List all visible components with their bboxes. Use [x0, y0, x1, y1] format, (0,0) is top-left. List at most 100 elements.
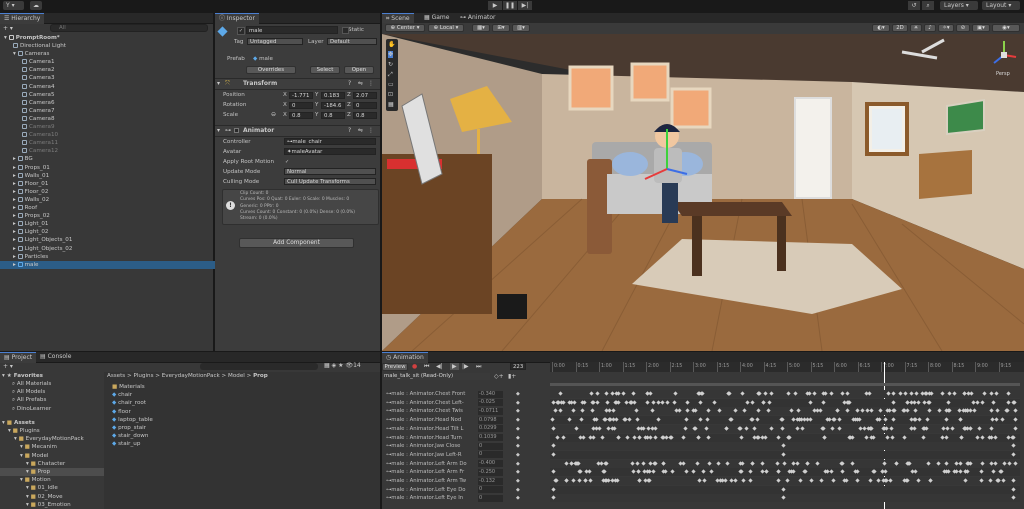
- keyframe-marker[interactable]: [854, 408, 860, 414]
- grid-snap-button[interactable]: ▦▾: [472, 24, 490, 32]
- keyframe-marker[interactable]: [1005, 400, 1011, 405]
- keyframe-marker[interactable]: [988, 478, 993, 483]
- axis-label-x[interactable]: X: [283, 111, 287, 119]
- keyframe-marker[interactable]: [697, 400, 703, 405]
- layout-dropdown[interactable]: Layout ▾: [982, 1, 1020, 10]
- tab-animator[interactable]: ⊶ Animator: [456, 13, 500, 23]
- keyframe-row[interactable]: [550, 477, 1020, 485]
- keyframe-marker[interactable]: [954, 469, 959, 474]
- lighting-toggle[interactable]: ☀: [910, 24, 922, 32]
- breadcrumb-item[interactable]: Plugins: [133, 373, 153, 379]
- foldout-arrow-icon[interactable]: ▾: [20, 444, 23, 450]
- foldout-arrow-icon[interactable]: ▸: [13, 181, 18, 187]
- hierarchy-item[interactable]: ▸ Light_Objects_02: [13, 245, 209, 253]
- keyframe-marker[interactable]: [732, 408, 738, 414]
- keyframe-marker[interactable]: [632, 400, 637, 405]
- keyframe-marker[interactable]: [696, 434, 701, 440]
- keyframe-toggle-icon[interactable]: ◆: [516, 460, 520, 468]
- shading-mode-button[interactable]: ◐▾: [872, 24, 890, 32]
- keyframe-marker[interactable]: [812, 391, 817, 396]
- star-icon[interactable]: ★: [338, 362, 343, 369]
- keyframe-marker[interactable]: [555, 434, 560, 440]
- favorite-item[interactable]: ⌕ DinoLearner: [12, 405, 51, 413]
- hierarchy-item[interactable]: ▸ male: [0, 260, 226, 269]
- transform-header[interactable]: ▾ ⤧ Transform ? ⇋ ⋮: [215, 78, 380, 90]
- keyframe-marker[interactable]: [1006, 391, 1011, 396]
- keyframe-marker[interactable]: [963, 478, 969, 483]
- scl-y-field[interactable]: 0.8: [321, 111, 345, 119]
- grid-toggle-button[interactable]: ▥▾: [512, 24, 530, 32]
- custom-tool-icon[interactable]: ▦: [388, 101, 394, 108]
- keyframe-marker[interactable]: [580, 434, 586, 440]
- hierarchy-item[interactable]: ▸ Roof: [13, 204, 209, 212]
- keyframe-marker[interactable]: [940, 391, 945, 396]
- hierarchy-item[interactable]: ▸ Floor_01: [13, 180, 209, 188]
- root-motion-checkbox[interactable]: ✓: [285, 159, 291, 165]
- track-value-field[interactable]: 0.0299: [478, 425, 503, 433]
- keyframe-marker[interactable]: [569, 460, 574, 466]
- keyframe-marker[interactable]: [998, 469, 1003, 474]
- keyframe-marker[interactable]: [958, 469, 963, 474]
- keyframe-marker[interactable]: [553, 408, 558, 414]
- keyframe-marker[interactable]: [647, 478, 652, 483]
- keyframe-marker[interactable]: [991, 400, 996, 405]
- history-icon[interactable]: ↺: [908, 1, 920, 10]
- keyframe-marker[interactable]: [647, 469, 652, 474]
- keyframe-marker[interactable]: [580, 408, 585, 414]
- camera-settings-button[interactable]: ▣▾: [972, 24, 990, 32]
- keyframe-marker[interactable]: [760, 460, 765, 466]
- keyframe-marker[interactable]: [1013, 460, 1019, 466]
- animation-track[interactable]: ⊶male : Animator.Left Arm Do: [386, 460, 528, 468]
- keyframe-marker[interactable]: [921, 434, 926, 440]
- pos-x-field[interactable]: -1.771: [289, 91, 313, 99]
- keyframe-marker[interactable]: [723, 478, 728, 483]
- track-value-field[interactable]: 0: [478, 486, 503, 494]
- hierarchy-item[interactable]: ▸ Props_02: [13, 212, 209, 220]
- keyframe-marker[interactable]: [989, 434, 994, 440]
- keyframe-marker[interactable]: [1001, 478, 1006, 483]
- keyframe-marker[interactable]: [766, 408, 771, 414]
- keyframe-marker[interactable]: [660, 400, 665, 405]
- foldout-arrow-icon[interactable]: ▸: [13, 197, 18, 203]
- file-item[interactable]: ◆ stair_up: [112, 440, 140, 448]
- keyframe-marker[interactable]: [981, 391, 987, 396]
- keyframe-marker[interactable]: [621, 391, 626, 396]
- keyframe-marker[interactable]: [615, 478, 620, 483]
- foldout-arrow-icon[interactable]: ▸: [13, 229, 18, 235]
- axis-label-x[interactable]: X: [283, 101, 287, 109]
- keyframe-marker[interactable]: [809, 478, 814, 483]
- keyframe-marker[interactable]: [633, 408, 639, 414]
- keyframe-marker[interactable]: [883, 417, 888, 422]
- keyframe-marker[interactable]: [830, 426, 835, 431]
- foldout-arrow-icon[interactable]: ▾: [13, 51, 18, 57]
- keyframe-marker[interactable]: [917, 417, 922, 422]
- keyframe-toggle-icon[interactable]: ◆: [516, 416, 520, 424]
- keyframe-marker[interactable]: [588, 478, 593, 483]
- keyframe-marker[interactable]: [808, 400, 813, 405]
- keyframe-marker[interactable]: [888, 478, 893, 483]
- hierarchy-item[interactable]: Directional Light: [13, 42, 209, 50]
- keyframe-marker[interactable]: [741, 478, 746, 483]
- keyframe-marker[interactable]: [979, 478, 984, 483]
- keyframe-marker[interactable]: [707, 460, 712, 466]
- keyframe-marker[interactable]: [579, 417, 585, 422]
- keyframe-marker[interactable]: [623, 417, 628, 422]
- first-key-button[interactable]: ⏮: [424, 363, 429, 371]
- keyframe-marker[interactable]: [642, 434, 648, 440]
- keyframe-marker[interactable]: [561, 434, 566, 440]
- keyframe-marker[interactable]: [724, 426, 729, 431]
- foldout-arrow-icon[interactable]: ▾: [20, 453, 23, 459]
- keyframe-marker[interactable]: [743, 426, 749, 431]
- track-value-field[interactable]: -0.340: [478, 390, 503, 398]
- keyframe-marker[interactable]: [864, 391, 869, 396]
- keyframe-marker[interactable]: [797, 478, 803, 483]
- keyframe-marker[interactable]: [847, 400, 853, 405]
- keyframe-marker[interactable]: [567, 417, 572, 422]
- keyframe-marker[interactable]: [702, 478, 707, 483]
- keyframe-marker[interactable]: [550, 417, 555, 422]
- keyframe-marker[interactable]: [831, 478, 836, 483]
- keyframe-marker[interactable]: [795, 460, 801, 466]
- track-value-field[interactable]: -0.132: [478, 477, 503, 485]
- keyframe-marker[interactable]: [872, 469, 877, 474]
- keyframe-marker[interactable]: [821, 400, 826, 405]
